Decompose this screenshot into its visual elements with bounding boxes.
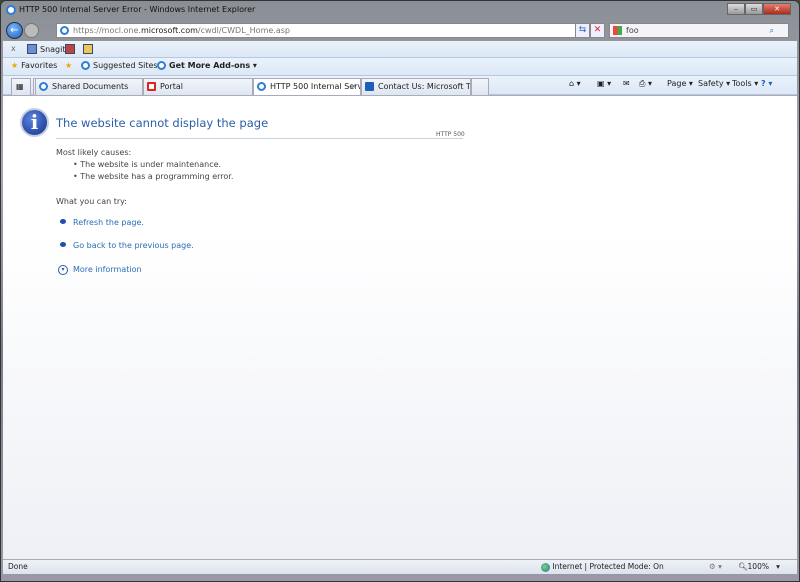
portal-icon bbox=[147, 82, 156, 91]
info-icon: i bbox=[20, 108, 49, 137]
tab-bar: ▦ ▾ Shared Documents Portal HTTP 500 Int… bbox=[3, 76, 797, 96]
divider bbox=[56, 138, 463, 139]
page-title: The website cannot display the page bbox=[56, 116, 269, 130]
bullet-icon bbox=[60, 242, 66, 247]
tab-contact-us[interactable]: Contact Us: Microsoft Trai... bbox=[361, 78, 471, 95]
causes-heading: Most likely causes: bbox=[56, 148, 132, 157]
snagit-label: Snagit bbox=[40, 44, 66, 54]
mail-button[interactable]: ✉ bbox=[623, 79, 630, 88]
print-button[interactable]: ⎙ ▾ bbox=[639, 79, 652, 89]
error-code: HTTP 500 bbox=[436, 131, 465, 138]
snagit-button[interactable]: Snagit bbox=[27, 44, 66, 54]
tab-shared-documents[interactable]: Shared Documents bbox=[35, 78, 143, 95]
cause-item: • The website is under maintenance. bbox=[73, 160, 222, 169]
star-icon: ★ bbox=[11, 61, 19, 70]
page-content: i The website cannot display the page HT… bbox=[3, 95, 797, 559]
window-title: HTTP 500 Internal Server Error - Windows… bbox=[19, 5, 256, 14]
url-domain: microsoft.com bbox=[140, 26, 198, 35]
tools-menu[interactable]: Tools ▾ bbox=[732, 79, 758, 88]
navigation-bar: ← https://mocl.one.microsoft.com/cwdl/CW… bbox=[1, 20, 799, 41]
add-favorite-icon[interactable]: ★ bbox=[65, 61, 72, 70]
feeds-button[interactable]: ▣ ▾ bbox=[597, 79, 611, 88]
go-back-link[interactable]: Go back to the previous page. bbox=[73, 241, 194, 250]
safety-menu[interactable]: Safety ▾ bbox=[698, 79, 730, 88]
snagit-icon bbox=[27, 44, 37, 54]
expand-icon[interactable]: ▾ bbox=[58, 265, 68, 275]
ie-icon bbox=[6, 5, 16, 15]
favorites-button[interactable]: ★ Favorites bbox=[11, 61, 57, 70]
suggested-label: Suggested Sites ▾ bbox=[93, 61, 165, 70]
manage-addons-icon[interactable]: ⚙ ▾ bbox=[709, 560, 722, 574]
close-button[interactable]: ✕ bbox=[763, 3, 791, 15]
favorites-bar: ★ Favorites ★ Suggested Sites ▾ Get More … bbox=[3, 58, 797, 76]
page-icon bbox=[60, 26, 69, 35]
zone-text: Internet | Protected Mode: On bbox=[552, 562, 664, 571]
ie-icon bbox=[157, 61, 166, 70]
snagit-toolbar: x Snagit bbox=[3, 41, 797, 58]
suggested-sites-button[interactable]: Suggested Sites ▾ bbox=[81, 61, 164, 70]
url-prefix: https://mocl.one. bbox=[73, 26, 141, 35]
status-text: Done bbox=[8, 562, 28, 571]
globe-icon bbox=[541, 562, 550, 572]
status-bar: Done Internet | Protected Mode: On ⚙ ▾ 🔍… bbox=[3, 559, 797, 574]
tab-http-500[interactable]: HTTP 500 Internal Serv... ✕ bbox=[253, 78, 361, 96]
tab-label: Shared Documents bbox=[52, 82, 129, 91]
search-value: foo bbox=[626, 26, 639, 35]
back-button[interactable]: ← bbox=[6, 22, 23, 39]
ie-icon bbox=[39, 82, 48, 91]
close-tab-icon[interactable]: ✕ bbox=[350, 79, 357, 94]
refresh-icon[interactable]: ⇆ bbox=[575, 23, 590, 38]
cause-text: The website is under maintenance. bbox=[80, 160, 222, 169]
quick-tabs-button[interactable]: ▦ bbox=[11, 78, 31, 95]
cause-text: The website has a programming error. bbox=[80, 172, 234, 181]
page-menu[interactable]: Page ▾ bbox=[667, 79, 693, 88]
live-search-icon bbox=[613, 26, 622, 35]
bullet-icon bbox=[60, 219, 66, 224]
editor-icon[interactable] bbox=[83, 44, 93, 54]
refresh-link[interactable]: Refresh the page. bbox=[73, 218, 144, 227]
minimize-button[interactable]: – bbox=[727, 3, 745, 15]
tab-label: Contact Us: Microsoft Trai... bbox=[378, 82, 470, 91]
browser-window: HTTP 500 Internal Server Error - Windows… bbox=[0, 0, 800, 582]
capture-icon[interactable] bbox=[65, 44, 75, 54]
addons-label: Get More Add-ons ▾ bbox=[169, 61, 257, 70]
zoom-level: 100% bbox=[747, 562, 769, 571]
stop-icon[interactable]: ✕ bbox=[590, 23, 605, 38]
get-addons-button[interactable]: Get More Add-ons ▾ bbox=[157, 61, 257, 70]
more-information-link[interactable]: More information bbox=[73, 265, 142, 274]
favorites-label: Favorites bbox=[21, 61, 58, 70]
cause-item: • The website has a programming error. bbox=[73, 172, 234, 181]
url-path: /cwdl/CWDL_Home.asp bbox=[197, 26, 290, 35]
address-bar[interactable]: https://mocl.one.microsoft.com/cwdl/CWDL… bbox=[56, 23, 576, 38]
maximize-button[interactable]: ▭ bbox=[745, 3, 763, 15]
title-bar: HTTP 500 Internal Server Error - Windows… bbox=[1, 1, 799, 19]
search-icon[interactable]: ⌕ bbox=[770, 24, 774, 37]
try-heading: What you can try: bbox=[56, 197, 127, 206]
new-tab-button[interactable] bbox=[471, 78, 489, 95]
tab-label: Portal bbox=[160, 82, 183, 91]
ie-icon bbox=[81, 61, 90, 70]
tab-portal[interactable]: Portal bbox=[143, 78, 253, 95]
forward-button[interactable] bbox=[24, 23, 39, 38]
help-menu[interactable]: ? ▾ bbox=[761, 79, 772, 88]
tab-label: HTTP 500 Internal Serv... bbox=[270, 82, 361, 91]
search-input[interactable]: foo ⌕ bbox=[609, 23, 789, 38]
security-zone[interactable]: Internet | Protected Mode: On bbox=[541, 560, 664, 574]
close-toolbar-button[interactable]: x bbox=[11, 44, 16, 53]
microsoft-icon bbox=[365, 82, 374, 91]
zoom-control[interactable]: 🔍︎100% ▾ bbox=[738, 560, 780, 574]
home-button[interactable]: ⌂ ▾ bbox=[569, 79, 581, 88]
ie-icon bbox=[257, 82, 266, 91]
